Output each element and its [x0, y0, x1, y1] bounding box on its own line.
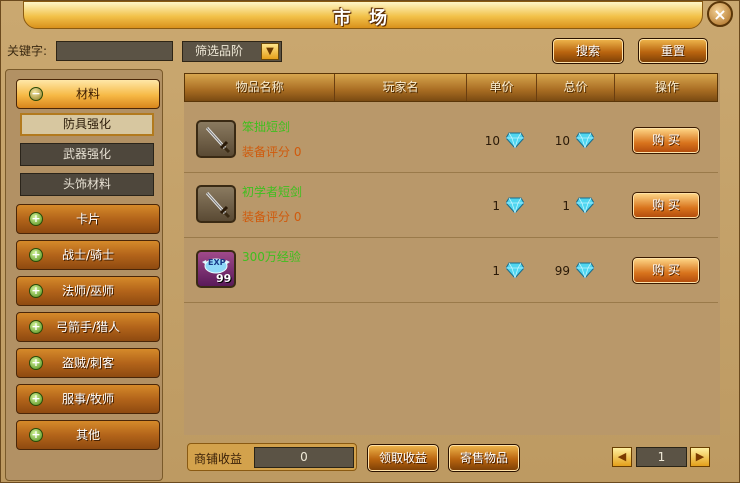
grade-filter-dropdown[interactable]: 筛选品阶 ▼ [182, 41, 282, 62]
collapse-icon[interactable]: − [29, 87, 43, 101]
category-label: 盗贼/刺客 [61, 356, 115, 370]
table-row: EXP 99 300万经验 1 99 购 买 [184, 238, 718, 303]
diamond-icon [506, 262, 524, 278]
category-label: 战士/骑士 [61, 248, 115, 262]
category-thief-assassin[interactable]: + 盗贼/刺客 [16, 348, 160, 378]
category-acolyte-priest[interactable]: + 服事/牧师 [16, 384, 160, 414]
next-page-icon[interactable]: ▶ [690, 447, 710, 467]
diamond-icon [506, 197, 524, 213]
shop-income-label: 商铺收益 [194, 452, 243, 466]
score-label: 装备评分 [242, 210, 291, 224]
item-count: 99 [216, 272, 232, 285]
exp-badge: EXP [208, 258, 226, 267]
unit-price: 10 [484, 134, 500, 148]
consign-item-button[interactable]: 寄售物品 [448, 444, 520, 472]
unit-price: 1 [492, 264, 500, 278]
item-score: 装备评分 0 [242, 143, 301, 160]
reset-button[interactable]: 重置 [638, 38, 708, 64]
diamond-icon [576, 197, 594, 213]
buy-button[interactable]: 购 买 [632, 127, 700, 154]
category-label: 卡片 [75, 212, 100, 226]
subcategory-weapon-enhance[interactable]: 武器强化 [20, 143, 154, 166]
unit-price: 1 [492, 199, 500, 213]
market-window: 市 场 × 关键字: 筛选品阶 ▼ 搜索 重置 − 材料 防具强化 武器强化 头… [0, 0, 740, 483]
buy-button[interactable]: 购 买 [632, 192, 700, 219]
close-button[interactable]: × [707, 1, 733, 27]
category-archer-hunter[interactable]: + 弓箭手/猎人 [16, 312, 160, 342]
grade-filter-label: 筛选品阶 [195, 44, 244, 58]
collect-income-button[interactable]: 领取收益 [367, 444, 439, 472]
window-title: 市 场 [332, 8, 394, 29]
column-unit-price: 单价 [467, 74, 537, 101]
diamond-icon [506, 132, 524, 148]
item-score: 装备评分 0 [242, 208, 301, 225]
category-sidebar: − 材料 防具强化 武器强化 头饰材料 + 卡片 + 战士/骑士 + 法师/巫师… [5, 69, 163, 481]
expand-icon[interactable]: + [29, 320, 43, 334]
category-materials[interactable]: − 材料 [16, 79, 160, 109]
expand-icon[interactable]: + [29, 284, 43, 298]
expand-icon[interactable]: + [29, 356, 43, 370]
page-number: 1 [636, 447, 687, 467]
shop-income: 商铺收益 0 [187, 443, 357, 471]
category-label: 材料 [75, 87, 100, 101]
score-value: 0 [293, 210, 302, 224]
diamond-icon [576, 132, 594, 148]
expand-icon[interactable]: + [29, 428, 43, 442]
search-button[interactable]: 搜索 [552, 38, 624, 64]
category-label: 服事/牧师 [61, 392, 115, 406]
subcategory-headwear-materials[interactable]: 头饰材料 [20, 173, 154, 196]
chevron-down-icon[interactable]: ▼ [261, 43, 279, 60]
item-name: 初学者短剑 [242, 185, 303, 199]
table-row: 笨拙短剑 装备评分 0 10 10 购 买 [184, 108, 718, 173]
category-cards[interactable]: + 卡片 [16, 204, 160, 234]
item-name: 笨拙短剑 [242, 120, 291, 134]
total-price: 10 [554, 134, 570, 148]
title-bar: 市 场 [23, 1, 703, 29]
table-header: 物品名称 玩家名 单价 总价 操作 [184, 73, 718, 102]
diamond-icon [576, 262, 594, 278]
shop-income-value: 0 [254, 447, 354, 468]
category-warrior-knight[interactable]: + 战士/骑士 [16, 240, 160, 270]
buy-button[interactable]: 购 买 [632, 257, 700, 284]
score-value: 0 [293, 145, 302, 159]
column-item-name: 物品名称 [185, 74, 335, 101]
category-mage-wizard[interactable]: + 法师/巫师 [16, 276, 160, 306]
expand-icon[interactable]: + [29, 212, 43, 226]
item-name: 300万经验 [242, 250, 301, 264]
table-row: 初学者短剑 装备评分 0 1 1 购 买 [184, 173, 718, 238]
expand-icon[interactable]: + [29, 248, 43, 262]
total-price: 99 [554, 264, 570, 278]
listing-panel: 物品名称 玩家名 单价 总价 操作 笨拙短剑 装备评分 0 10 10 购 买 … [184, 73, 720, 435]
category-label: 法师/巫师 [61, 284, 115, 298]
dagger-icon[interactable] [196, 185, 236, 223]
category-label: 其他 [75, 428, 100, 442]
prev-page-icon[interactable]: ◀ [612, 447, 632, 467]
total-price: 1 [562, 199, 570, 213]
keyword-label: 关键字: [7, 44, 48, 58]
score-label: 装备评分 [242, 145, 291, 159]
category-label: 弓箭手/猎人 [55, 320, 121, 334]
category-other[interactable]: + 其他 [16, 420, 160, 450]
keyword-input[interactable] [56, 41, 173, 61]
column-total-price: 总价 [537, 74, 615, 101]
exp-icon[interactable]: EXP 99 [196, 250, 236, 288]
column-player: 玩家名 [335, 74, 467, 101]
column-action: 操作 [654, 80, 679, 94]
expand-icon[interactable]: + [29, 392, 43, 406]
dagger-icon[interactable] [196, 120, 236, 158]
subcategory-armor-enhance[interactable]: 防具强化 [20, 113, 154, 136]
